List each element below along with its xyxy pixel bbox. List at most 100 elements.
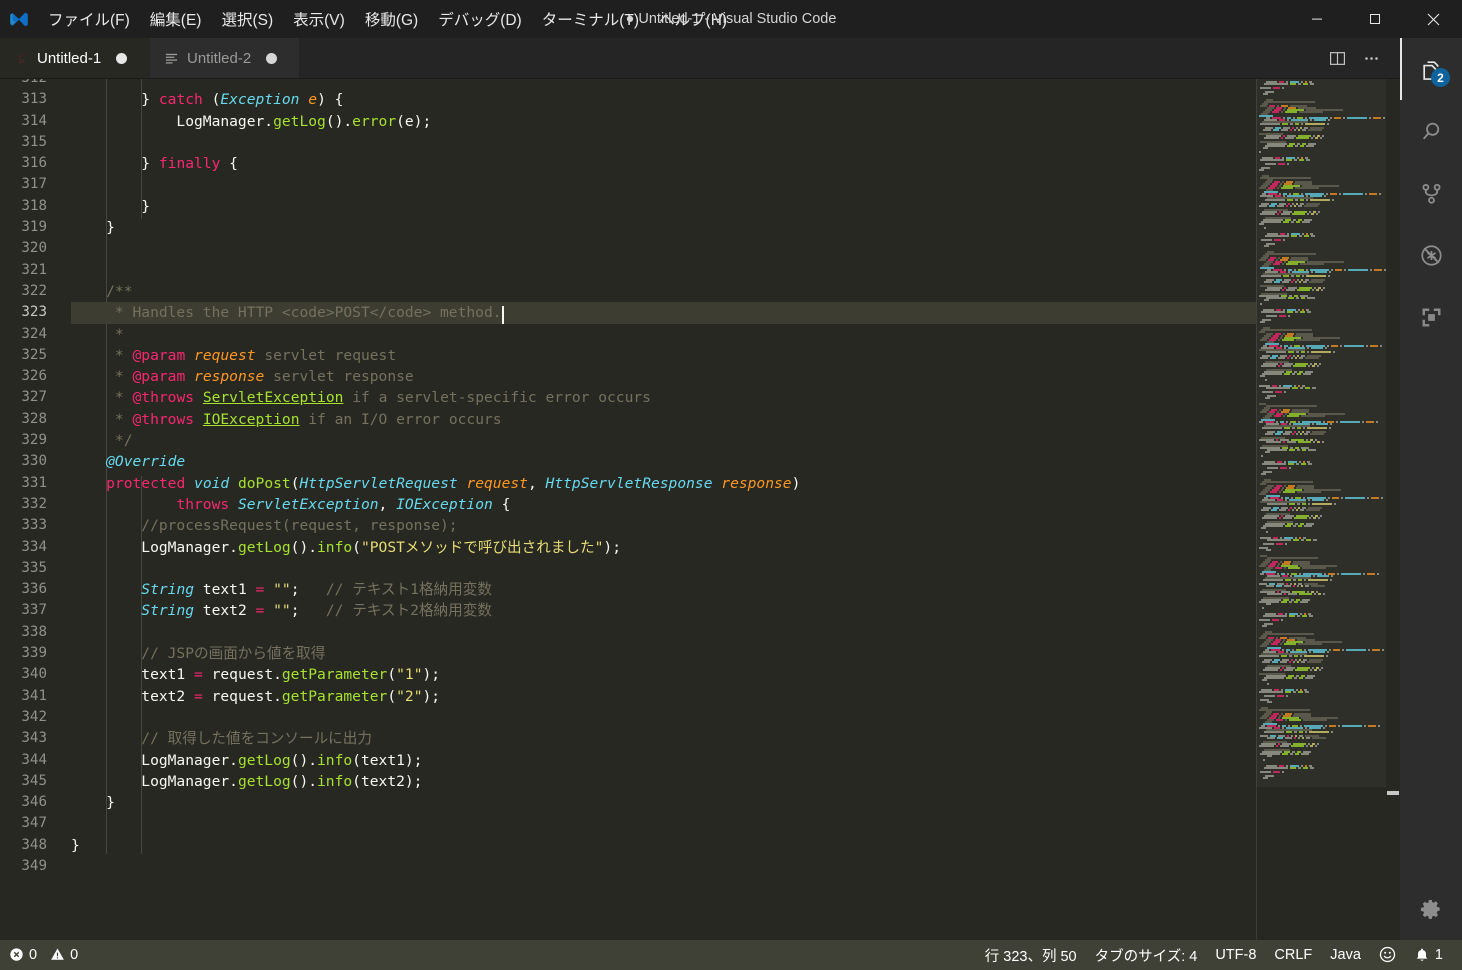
- code-line[interactable]: 323 * Handles the HTTP <code>POST</code>…: [0, 302, 1256, 325]
- line-content[interactable]: text1 = request.getParameter("1");: [63, 664, 1256, 685]
- line-content[interactable]: }: [63, 792, 1256, 813]
- activity-search[interactable]: [1400, 100, 1462, 162]
- code-line[interactable]: 344 LogManager.getLog().info(text1);: [0, 750, 1256, 771]
- code-line[interactable]: 341 text2 = request.getParameter("2");: [0, 686, 1256, 707]
- line-content[interactable]: String text2 = ""; // テキスト2格納用変数: [63, 600, 1256, 621]
- line-content[interactable]: * @param request servlet request: [63, 345, 1256, 366]
- line-content[interactable]: /**: [63, 281, 1256, 302]
- code-line[interactable]: 333 //processRequest(request, response);: [0, 515, 1256, 536]
- activity-manage-settings[interactable]: [1400, 878, 1462, 940]
- code-line[interactable]: 347: [0, 813, 1256, 834]
- ellipsis-icon[interactable]: [1356, 43, 1386, 73]
- line-content[interactable]: throws ServletException, IOException {: [63, 494, 1256, 515]
- line-content[interactable]: // 取得した値をコンソールに出力: [63, 728, 1256, 749]
- line-content[interactable]: * @param response servlet response: [63, 366, 1256, 387]
- menu-selection[interactable]: 選択(S): [211, 0, 283, 38]
- menu-go[interactable]: 移動(G): [355, 0, 428, 38]
- line-content[interactable]: } finally {: [63, 153, 1256, 174]
- overview-ruler[interactable]: [1386, 79, 1400, 940]
- code-line[interactable]: 342: [0, 707, 1256, 728]
- code-line[interactable]: 328 * @throws IOException if an I/O erro…: [0, 409, 1256, 430]
- code-line[interactable]: 340 text1 = request.getParameter("1");: [0, 664, 1256, 685]
- line-content[interactable]: LogManager.getLog().info(text2);: [63, 771, 1256, 792]
- code-line[interactable]: 348}: [0, 835, 1256, 856]
- status-cursor-position[interactable]: 行 323、列 50: [976, 940, 1086, 970]
- code-line[interactable]: 346 }: [0, 792, 1256, 813]
- line-content[interactable]: LogManager.getLog().error(e);: [63, 111, 1256, 132]
- status-encoding[interactable]: UTF-8: [1206, 940, 1265, 970]
- menu-file[interactable]: ファイル(F): [38, 0, 140, 38]
- code-line[interactable]: 314 LogManager.getLog().error(e);: [0, 111, 1256, 132]
- line-content[interactable]: */: [63, 430, 1256, 451]
- code-line[interactable]: 318 }: [0, 196, 1256, 217]
- line-content[interactable]: LogManager.getLog().info("POSTメソッドで呼び出され…: [63, 537, 1256, 558]
- tab-dirty-indicator[interactable]: [266, 52, 278, 64]
- line-content[interactable]: // JSPの画面から値を取得: [63, 643, 1256, 664]
- status-problems[interactable]: 0 0: [0, 940, 87, 970]
- line-content[interactable]: text2 = request.getParameter("2");: [63, 686, 1256, 707]
- activity-source-control[interactable]: [1400, 162, 1462, 224]
- code-editor[interactable]: 312313 } catch (Exception e) {314 LogMan…: [0, 79, 1400, 940]
- code-line[interactable]: 317: [0, 174, 1256, 195]
- code-line[interactable]: 336 String text1 = ""; // テキスト1格納用変数: [0, 579, 1256, 600]
- code-line[interactable]: 338: [0, 622, 1256, 643]
- tab-dirty-indicator[interactable]: [116, 52, 128, 64]
- split-editor-icon[interactable]: [1322, 43, 1352, 73]
- status-notifications[interactable]: 1: [1405, 940, 1452, 970]
- code-line[interactable]: 332 throws ServletException, IOException…: [0, 494, 1256, 515]
- line-content[interactable]: }: [63, 217, 1256, 238]
- status-language-mode[interactable]: Java: [1321, 940, 1370, 970]
- code-line[interactable]: 339 // JSPの画面から値を取得: [0, 643, 1256, 664]
- code-line[interactable]: 334 LogManager.getLog().info("POSTメソッドで呼…: [0, 537, 1256, 558]
- status-eol[interactable]: CRLF: [1265, 940, 1321, 970]
- code-line[interactable]: 327 * @throws ServletException if a serv…: [0, 387, 1256, 408]
- code-line[interactable]: 319 }: [0, 217, 1256, 238]
- maximize-button[interactable]: [1346, 0, 1404, 38]
- code-line[interactable]: 329 */: [0, 430, 1256, 451]
- menu-debug[interactable]: デバッグ(D): [428, 0, 532, 38]
- line-content[interactable]: String text1 = ""; // テキスト1格納用変数: [63, 579, 1256, 600]
- line-content[interactable]: * @throws IOException if an I/O error oc…: [63, 409, 1256, 430]
- line-content[interactable]: * @throws ServletException if a servlet-…: [63, 387, 1256, 408]
- line-content[interactable]: *: [63, 324, 1256, 345]
- line-content[interactable]: }: [63, 196, 1256, 217]
- code-line[interactable]: 324 *: [0, 324, 1256, 345]
- code-line[interactable]: 315: [0, 132, 1256, 153]
- line-content[interactable]: protected void doPost(HttpServletRequest…: [63, 473, 1256, 494]
- code-line[interactable]: 345 LogManager.getLog().info(text2);: [0, 771, 1256, 792]
- code-line[interactable]: 335: [0, 558, 1256, 579]
- menu-terminal[interactable]: ターミナル(T): [532, 0, 649, 38]
- code-line[interactable]: 321: [0, 260, 1256, 281]
- code-line[interactable]: 331 protected void doPost(HttpServletReq…: [0, 473, 1256, 494]
- menu-view[interactable]: 表示(V): [283, 0, 355, 38]
- code-line[interactable]: 326 * @param response servlet response: [0, 366, 1256, 387]
- code-line[interactable]: 313 } catch (Exception e) {: [0, 89, 1256, 110]
- status-tab-size[interactable]: タブのサイズ: 4: [1086, 940, 1207, 970]
- line-content[interactable]: * Handles the HTTP <code>POST</code> met…: [63, 302, 1256, 325]
- line-content[interactable]: //processRequest(request, response);: [63, 515, 1256, 536]
- code-lines-container[interactable]: 312313 } catch (Exception e) {314 LogMan…: [0, 79, 1256, 940]
- line-content[interactable]: }: [63, 835, 1256, 856]
- activity-extensions[interactable]: [1400, 286, 1462, 348]
- code-line[interactable]: 337 String text2 = ""; // テキスト2格納用変数: [0, 600, 1256, 621]
- line-content[interactable]: } catch (Exception e) {: [63, 89, 1256, 110]
- code-line[interactable]: 320: [0, 238, 1256, 259]
- code-line[interactable]: 312: [0, 79, 1256, 89]
- code-line[interactable]: 325 * @param request servlet request: [0, 345, 1256, 366]
- status-feedback[interactable]: [1370, 940, 1405, 970]
- menu-help[interactable]: ヘルプ(H): [649, 0, 737, 38]
- code-line[interactable]: 330 @Override: [0, 451, 1256, 472]
- code-line[interactable]: 316 } finally {: [0, 153, 1256, 174]
- close-button[interactable]: [1404, 0, 1462, 38]
- line-content[interactable]: LogManager.getLog().info(text1);: [63, 750, 1256, 771]
- line-content[interactable]: @Override: [63, 451, 1256, 472]
- code-line[interactable]: 349: [0, 856, 1256, 877]
- activity-debug[interactable]: [1400, 224, 1462, 286]
- minimize-button[interactable]: [1288, 0, 1346, 38]
- menu-edit[interactable]: 編集(E): [140, 0, 212, 38]
- tab-untitled-1[interactable]: Untitled-1: [0, 38, 150, 78]
- code-line[interactable]: 322 /**: [0, 281, 1256, 302]
- minimap[interactable]: [1256, 79, 1386, 940]
- code-line[interactable]: 343 // 取得した値をコンソールに出力: [0, 728, 1256, 749]
- activity-explorer[interactable]: 2: [1400, 38, 1462, 100]
